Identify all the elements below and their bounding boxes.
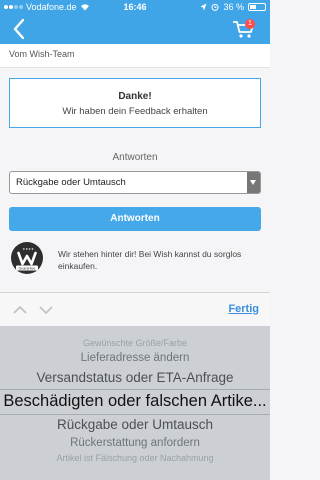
guarantee-banner: ★★★★ Guarantee Wir stehen hinter dir! Be… [9,242,261,276]
chevron-down-icon[interactable] [38,302,54,318]
reply-button[interactable]: Antworten [9,207,261,231]
feedback-confirmation: Danke! Wir haben dein Feedback erhalten [9,78,261,128]
picker-option[interactable]: Versandstatus oder ETA-Anfrage [0,370,270,385]
reply-select[interactable]: Rückgabe oder Umtausch [9,171,261,194]
alarm-icon [211,3,219,11]
picker-toolbar: Fertig [0,292,270,326]
feedback-title: Danke! [118,91,152,102]
svg-text:★★★★: ★★★★ [23,247,35,251]
status-bar: Vodafone.de 16:46 36 % [0,0,270,14]
status-right: 36 % [200,2,266,12]
picker-option[interactable]: Lieferadresse ändern [0,352,270,364]
guarantee-badge-icon: ★★★★ Guarantee [11,242,43,274]
back-arrow-icon[interactable] [8,16,32,42]
team-label: Vom Wish-Team [0,44,270,68]
picker-option[interactable]: Gewünschte Größe/Farbe [0,338,270,348]
nav-bar: 1 [0,14,270,44]
reply-label: Antworten [112,152,158,163]
location-icon [200,3,207,11]
guarantee-badge-text: Guarantee [19,266,36,270]
battery-icon [248,3,266,11]
chevron-up-icon[interactable] [12,302,28,318]
option-picker[interactable]: Gewünschte Größe/Farbe Lieferadresse änd… [0,326,270,480]
cart-button[interactable]: 1 [232,17,260,41]
feedback-message: Wir haben dein Feedback erhalten [62,106,208,117]
done-button[interactable]: Fertig [228,303,259,315]
cart-count-badge: 1 [245,19,255,29]
picker-option[interactable]: Rückerstattung anfordern [0,437,270,449]
picker-option[interactable]: Artikel ist Fälschung oder Nachahmung [0,453,270,463]
guarantee-message: Wir stehen hinter dir! Bei Wish kannst d… [58,249,242,272]
reply-select-value: Rückgabe oder Umtausch [16,177,126,188]
picker-option[interactable]: Rückgabe oder Umtausch [0,417,270,432]
app-header: Vodafone.de 16:46 36 % 1 [0,0,270,44]
dropdown-arrow-icon [247,172,260,193]
picker-option-selected[interactable]: Beschädigten oder falschen Artike... [0,392,270,411]
battery-percent: 36 % [223,2,244,12]
